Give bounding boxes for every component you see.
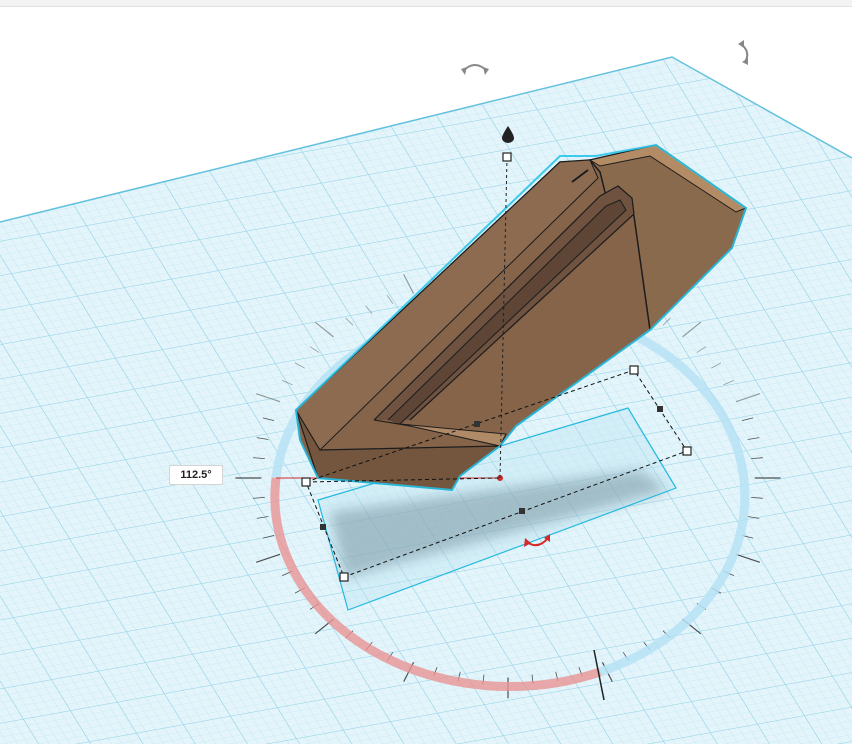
corner-handle-top[interactable] [629,365,639,375]
rotation-angle-readout: 112.5° [169,465,223,485]
corner-handle-bottom[interactable] [339,572,349,582]
edge-handle-left[interactable] [320,524,326,530]
edge-handle-right[interactable] [657,406,663,412]
edge-handle-bottom[interactable] [519,508,525,514]
workplane-viewport[interactable] [0,0,852,744]
edge-handle-top[interactable] [474,421,480,427]
corner-handle-right[interactable] [682,446,692,456]
view-rotate-right-icon[interactable] [738,40,749,65]
height-handle[interactable] [502,152,512,162]
view-rotate-left-icon[interactable] [461,64,489,75]
corner-handle-left[interactable] [301,477,311,487]
